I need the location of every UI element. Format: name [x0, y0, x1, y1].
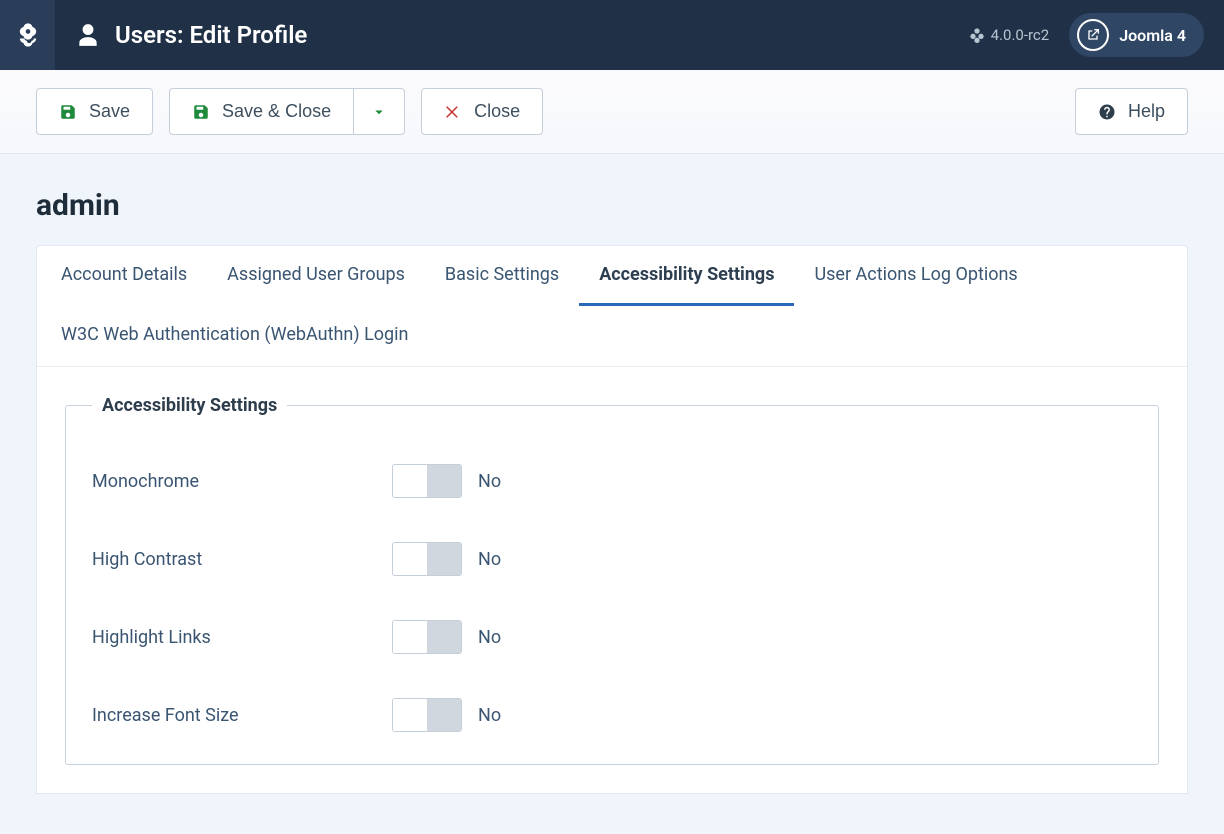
- field-label: Monochrome: [92, 471, 392, 492]
- tabs-row: Account Details Assigned User Groups Bas…: [37, 246, 1187, 367]
- tab-account-details[interactable]: Account Details: [41, 246, 207, 306]
- field-row-highlight-links: Highlight Links No: [92, 598, 1132, 676]
- accessibility-fieldset: Accessibility Settings Monochrome No Hig…: [65, 395, 1159, 765]
- help-button[interactable]: Help: [1075, 88, 1188, 135]
- joomla-home-button[interactable]: [0, 0, 55, 70]
- save-button[interactable]: Save: [36, 88, 153, 135]
- external-link-icon: [1085, 27, 1101, 43]
- save-close-dropdown-button[interactable]: [353, 88, 405, 135]
- tab-accessibility-settings[interactable]: Accessibility Settings: [579, 246, 794, 306]
- save-icon: [59, 103, 77, 121]
- page-title: Users: Edit Profile: [115, 21, 307, 49]
- user-icon: [75, 22, 101, 48]
- toggle-increase-font-size[interactable]: [392, 698, 462, 732]
- top-bar: Users: Edit Profile 4.0.0-rc2 Joomla 4: [0, 0, 1224, 70]
- save-icon: [192, 103, 210, 121]
- field-row-increase-font-size: Increase Font Size No: [92, 676, 1132, 754]
- toolbar: Save Save & Close Close Help: [0, 70, 1224, 154]
- close-icon: [444, 103, 462, 121]
- content-area: admin Account Details Assigned User Grou…: [0, 154, 1224, 834]
- tab-panel: Accessibility Settings Monochrome No Hig…: [37, 367, 1187, 793]
- save-close-group: Save & Close: [169, 88, 405, 135]
- toggle-high-contrast[interactable]: [392, 542, 462, 576]
- toggle-value: No: [478, 627, 501, 648]
- tab-user-actions-log-options[interactable]: User Actions Log Options: [794, 246, 1037, 306]
- joomla-icon: [14, 21, 42, 49]
- field-row-monochrome: Monochrome No: [92, 442, 1132, 520]
- field-row-high-contrast: High Contrast No: [92, 520, 1132, 598]
- tab-basic-settings[interactable]: Basic Settings: [425, 246, 579, 306]
- tab-assigned-user-groups[interactable]: Assigned User Groups: [207, 246, 425, 306]
- field-label: Increase Font Size: [92, 705, 392, 726]
- fieldset-legend: Accessibility Settings: [92, 395, 287, 416]
- toggle-value: No: [478, 549, 501, 570]
- chevron-down-icon: [370, 103, 388, 121]
- joomla-small-icon: [969, 27, 985, 43]
- record-heading: admin: [36, 188, 1188, 223]
- help-icon: [1098, 103, 1116, 121]
- toggle-value: No: [478, 705, 501, 726]
- tab-webauthn-login[interactable]: W3C Web Authentication (WebAuthn) Login: [41, 306, 428, 366]
- brand-link[interactable]: Joomla 4: [1069, 13, 1204, 57]
- save-close-button[interactable]: Save & Close: [169, 88, 353, 135]
- toggle-monochrome[interactable]: [392, 464, 462, 498]
- field-label: High Contrast: [92, 549, 392, 570]
- toggle-value: No: [478, 471, 501, 492]
- toggle-highlight-links[interactable]: [392, 620, 462, 654]
- close-button[interactable]: Close: [421, 88, 543, 135]
- tabs-card: Account Details Assigned User Groups Bas…: [36, 245, 1188, 794]
- version-label[interactable]: 4.0.0-rc2: [969, 26, 1050, 44]
- field-label: Highlight Links: [92, 627, 392, 648]
